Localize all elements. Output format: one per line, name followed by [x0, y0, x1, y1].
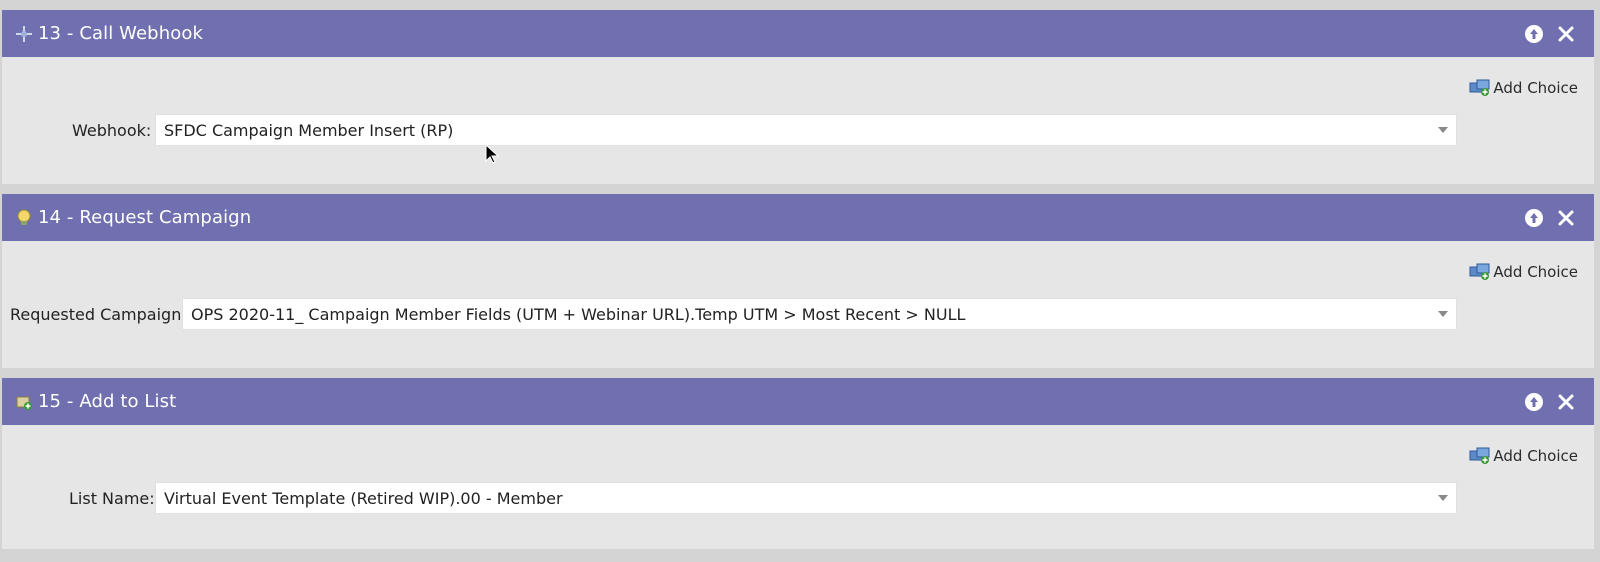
flow-step-header[interactable]: 15 - Add to List [2, 378, 1594, 425]
step-title: 15 - Add to List [38, 391, 177, 412]
add-choice-label: Add Choice [1493, 79, 1578, 97]
flow-step-15: 15 - Add to List Add Choice List Name: V… [2, 378, 1594, 549]
step-title: 13 - Call Webhook [38, 23, 203, 44]
add-choice-button[interactable]: Add Choice [1469, 79, 1578, 97]
add-choice-button[interactable]: Add Choice [1469, 447, 1578, 465]
chevron-down-icon[interactable] [1438, 311, 1448, 317]
request-campaign-icon [14, 208, 34, 228]
close-icon[interactable] [1556, 24, 1576, 44]
webhook-label: Webhook: [72, 121, 152, 140]
flow-step-header[interactable]: 14 - Request Campaign [2, 194, 1594, 241]
requested-campaign-label: Requested Campaign: [10, 305, 187, 324]
add-choice-label: Add Choice [1493, 447, 1578, 465]
close-icon[interactable] [1556, 392, 1576, 412]
list-name-select[interactable]: Virtual Event Template (Retired WIP).00 … [155, 482, 1457, 514]
add-choice-icon [1469, 447, 1490, 464]
close-icon[interactable] [1556, 208, 1576, 228]
mouse-cursor-icon [485, 144, 499, 164]
chevron-down-icon[interactable] [1438, 127, 1448, 133]
list-name-value: Virtual Event Template (Retired WIP).00 … [164, 488, 563, 508]
webhook-icon [14, 24, 34, 44]
add-choice-button[interactable]: Add Choice [1469, 263, 1578, 281]
flow-step-13: 13 - Call Webhook Add Choice Webhook: SF… [2, 10, 1594, 184]
chevron-down-icon[interactable] [1438, 495, 1448, 501]
move-up-icon[interactable] [1524, 208, 1544, 228]
requested-campaign-select[interactable]: OPS 2020-11_ Campaign Member Fields (UTM… [182, 298, 1457, 330]
move-up-icon[interactable] [1524, 24, 1544, 44]
add-choice-icon [1469, 263, 1490, 280]
webhook-value: SFDC Campaign Member Insert (RP) [164, 120, 454, 140]
flow-step-14: 14 - Request Campaign Add Choice Request… [2, 194, 1594, 368]
add-choice-label: Add Choice [1493, 263, 1578, 281]
add-to-list-icon [14, 392, 34, 412]
flow-step-header[interactable]: 13 - Call Webhook [2, 10, 1594, 57]
requested-campaign-value: OPS 2020-11_ Campaign Member Fields (UTM… [191, 304, 966, 324]
list-name-label: List Name: [69, 489, 155, 508]
step-title: 14 - Request Campaign [38, 207, 252, 228]
move-up-icon[interactable] [1524, 392, 1544, 412]
add-choice-icon [1469, 79, 1490, 96]
webhook-select[interactable]: SFDC Campaign Member Insert (RP) [155, 114, 1457, 146]
